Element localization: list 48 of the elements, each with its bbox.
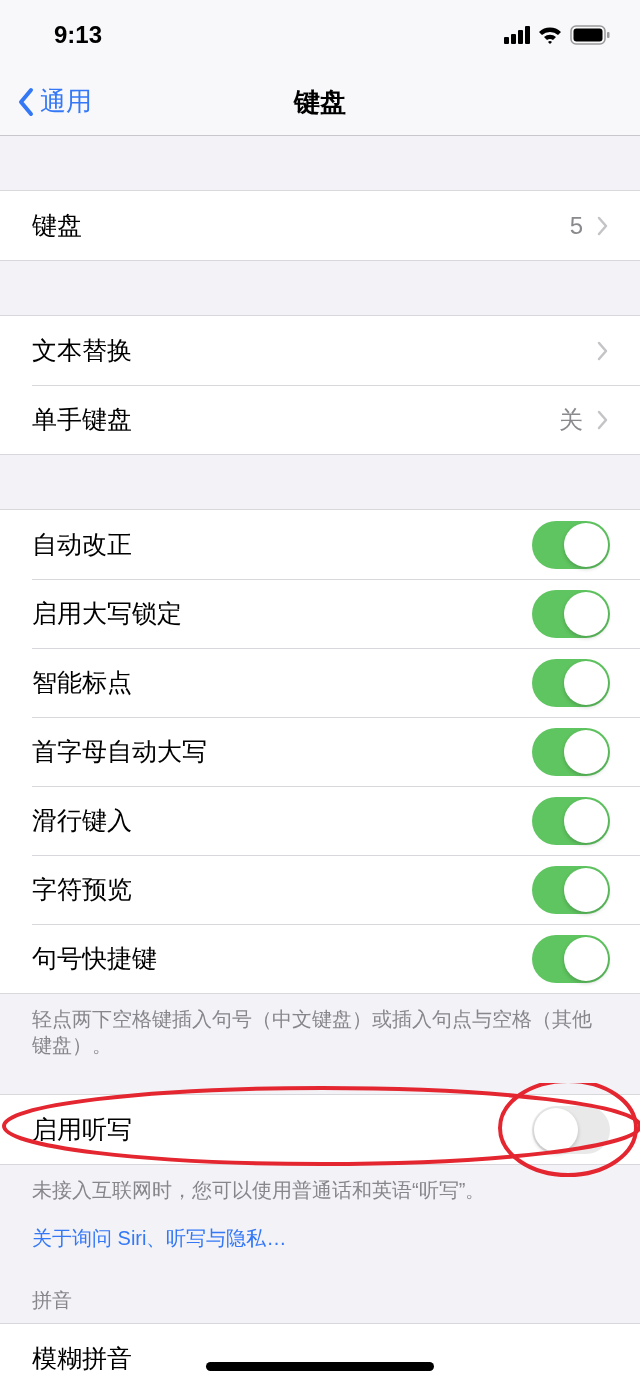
back-chevron-icon (18, 86, 34, 117)
page-title: 键盘 (294, 86, 346, 119)
settings-row[interactable]: 智能标点 (0, 648, 640, 717)
chevron-icon (597, 409, 608, 430)
row-label: 字符预览 (32, 874, 132, 905)
footer-note: 未接入互联网时，您可以使用普通话和英语“听写”。 (31, 1178, 487, 1203)
settings-row[interactable]: 单手键盘 关 (0, 385, 640, 454)
toggle-switch[interactable] (532, 727, 610, 776)
row-label: 键盘 (32, 210, 82, 241)
toggle-switch[interactable] (532, 589, 610, 638)
settings-row[interactable]: 文本替换 (0, 316, 640, 385)
row-label: 自动改正 (32, 529, 132, 560)
status-time: 9:13 (54, 21, 103, 49)
row-label: 单手键盘 (32, 404, 132, 435)
row-label: 文本替换 (32, 335, 132, 366)
row-label: 启用大写锁定 (32, 598, 182, 629)
row-value: 5 (569, 211, 583, 240)
row-value: 关 (559, 404, 583, 435)
row-label: 智能标点 (32, 667, 132, 698)
footer-note: 轻点两下空格键插入句号（中文键盘）或插入句点与空格（其他键盘）。 (31, 1007, 593, 1058)
toggle-switch[interactable] (532, 1105, 610, 1154)
chevron-icon (597, 340, 608, 361)
settings-row[interactable]: 句号快捷键 (0, 924, 640, 993)
settings-row[interactable]: 字符预览 (0, 855, 640, 924)
settings-row[interactable]: 启用大写锁定 (0, 579, 640, 648)
row-label: 启用听写 (32, 1114, 132, 1145)
row-label: 首字母自动大写 (32, 736, 207, 767)
toggle-switch[interactable] (532, 796, 610, 845)
settings-row[interactable]: 启用听写 (0, 1095, 640, 1164)
row-label: 句号快捷键 (32, 943, 157, 974)
battery-icon (570, 25, 610, 45)
back-button[interactable]: 通用 (18, 84, 92, 119)
settings-row[interactable]: 自动改正 (0, 510, 640, 579)
row-label: 模糊拼音 (32, 1343, 132, 1374)
privacy-link[interactable]: 关于询问 Siri、听写与隐私… (32, 1225, 287, 1251)
toggle-switch[interactable] (532, 934, 610, 983)
settings-row[interactable]: 键盘 5 (0, 191, 640, 260)
signal-icon (504, 26, 530, 44)
toggle-switch[interactable] (532, 658, 610, 707)
settings-row[interactable]: 滑行键入 (0, 786, 640, 855)
toggle-switch[interactable] (532, 520, 610, 569)
section-header: 拼音 (31, 1288, 73, 1313)
settings-row[interactable]: 首字母自动大写 (0, 717, 640, 786)
wifi-icon (538, 26, 562, 44)
chevron-icon (597, 215, 608, 236)
settings-row[interactable]: 模糊拼音 (0, 1324, 640, 1385)
row-label: 滑行键入 (32, 805, 132, 836)
toggle-switch[interactable] (532, 865, 610, 914)
